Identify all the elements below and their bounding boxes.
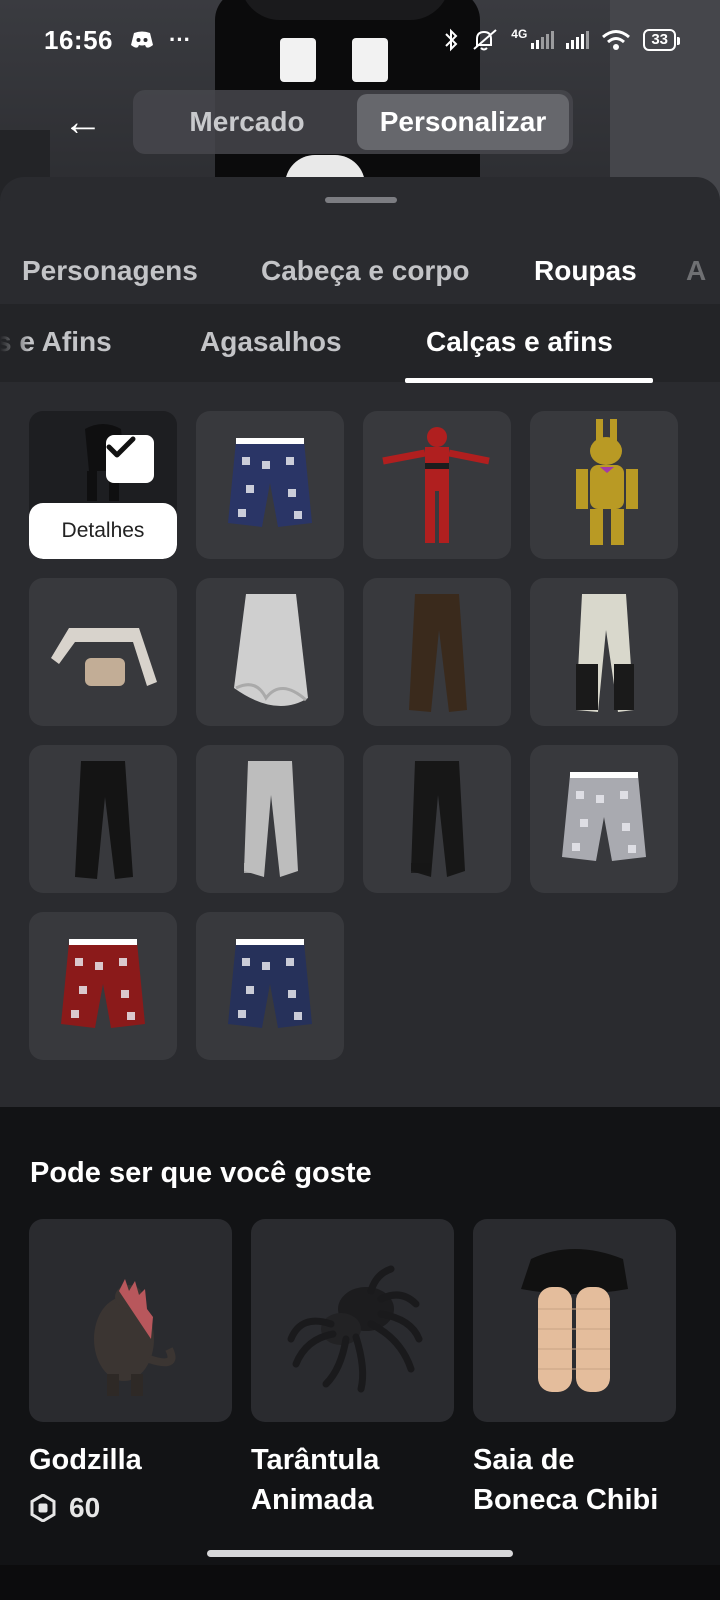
robux-icon [30, 1494, 56, 1522]
tab-cabeca-e-corpo[interactable]: Cabeça e corpo [261, 255, 470, 287]
price-value: 60 [69, 1492, 101, 1523]
active-tab-indicator [405, 378, 653, 383]
more-dots-icon: ··· [169, 27, 191, 52]
recommendations-title: Pode ser que você goste [30, 1157, 372, 1189]
sheet-drag-handle[interactable] [325, 197, 397, 203]
item-thumbnail[interactable] [251, 1219, 454, 1422]
network-type: 4G [511, 27, 528, 41]
item-thumbnail [576, 594, 634, 712]
rec-name: Saia de Boneca Chibi [473, 1444, 659, 1516]
mode-segmented-control: Mercado Personalizar [133, 90, 573, 154]
item-thumbnail[interactable] [29, 1219, 232, 1422]
mute-icon [473, 29, 497, 51]
signal-icon [531, 31, 555, 49]
back-arrow-icon[interactable]: ← [58, 100, 108, 144]
item-thumbnail[interactable] [473, 1219, 676, 1422]
item-tile[interactable] [196, 745, 344, 893]
tarantula-figure [287, 1265, 423, 1393]
recommendations-section: Pode ser que você goste Godzilla 60 Tarâ… [0, 1107, 720, 1600]
item-tile[interactable] [530, 411, 678, 559]
item-thumbnail [411, 761, 465, 877]
rec-card-godzilla[interactable]: Godzilla 60 [29, 1219, 232, 1524]
status-bar: 16:56 ··· 4G 33 [0, 0, 720, 80]
item-thumbnail [562, 772, 646, 861]
rec-card-saia-boneca[interactable]: Saia de Boneca Chibi [473, 1219, 676, 1520]
item-tile[interactable] [29, 912, 177, 1060]
item-thumbnail [576, 419, 638, 545]
item-thumbnail [61, 939, 145, 1028]
item-tile[interactable]: Detalhes [29, 411, 177, 559]
category-tabs: Personagens Cabeça e corpo Roupas A [0, 241, 720, 301]
item-tile[interactable] [29, 745, 177, 893]
details-button[interactable]: Detalhes [29, 503, 177, 559]
item-tile[interactable] [530, 745, 678, 893]
subcategory-tabs: s e Afins Agasalhos Calças e afins [0, 304, 720, 383]
item-tile[interactable] [530, 578, 678, 726]
wifi-icon [602, 30, 631, 50]
item-thumbnail [409, 594, 467, 712]
tab-next-partial[interactable]: A [686, 255, 706, 287]
item-thumbnail [244, 761, 298, 877]
battery-icon: 33 [643, 29, 680, 51]
item-tile[interactable] [363, 578, 511, 726]
segment-mercado[interactable]: Mercado [137, 94, 357, 150]
item-tile[interactable] [196, 411, 344, 559]
item-thumbnail [228, 438, 312, 527]
item-tile[interactable] [363, 745, 511, 893]
item-thumbnail [228, 939, 312, 1028]
item-tile[interactable] [29, 578, 177, 726]
selected-check-icon[interactable] [106, 435, 154, 483]
rec-card-tarantula[interactable]: Tarântula Animada [251, 1219, 454, 1520]
subtab-calcas-e-afins[interactable]: Calças e afins [426, 326, 613, 358]
chibi-skirt-figure [521, 1249, 628, 1392]
item-thumbnail [234, 594, 308, 706]
system-nav-bar [0, 1565, 720, 1600]
customize-sheet: Personagens Cabeça e corpo Roupas A s e … [0, 177, 720, 1107]
subtab-agasalhos[interactable]: Agasalhos [200, 326, 342, 358]
item-thumbnail [75, 761, 133, 879]
rec-name: Godzilla [29, 1444, 142, 1476]
tab-roupas[interactable]: Roupas [534, 255, 637, 287]
item-thumbnail [51, 628, 157, 686]
bluetooth-icon [445, 28, 458, 52]
signal-icon [566, 31, 590, 49]
rec-price: 60 [29, 1492, 232, 1524]
tab-personagens[interactable]: Personagens [22, 255, 198, 287]
discord-icon [131, 31, 153, 48]
segment-personalizar[interactable]: Personalizar [357, 94, 569, 150]
item-thumbnail [382, 427, 490, 543]
scroll-fade [0, 304, 30, 382]
item-tile[interactable] [363, 411, 511, 559]
item-tile[interactable] [196, 578, 344, 726]
rec-name: Tarântula Animada [251, 1444, 380, 1516]
status-time: 16:56 [44, 24, 113, 55]
item-tile[interactable] [196, 912, 344, 1060]
godzilla-figure [94, 1279, 176, 1396]
home-indicator[interactable] [207, 1550, 513, 1557]
